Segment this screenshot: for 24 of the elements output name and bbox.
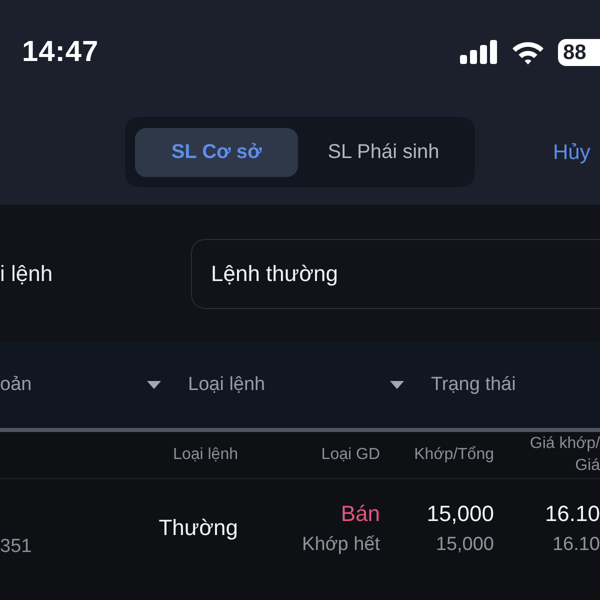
filter-dropdown[interactable]: oản — [0, 365, 161, 405]
matched-price: 16.10 — [544, 500, 600, 528]
column-header: Loại lệnh — [173, 445, 238, 465]
field-label: i lệnh — [0, 260, 53, 286]
cancel-button[interactable]: Hủy — [553, 128, 590, 177]
order-type-field[interactable]: Lệnh thường — [191, 238, 600, 308]
column-header: Khớp/Tổng — [414, 445, 494, 465]
status-time: 14:47 — [22, 36, 99, 68]
battery-indicator: 88 — [558, 38, 600, 66]
order-price: 16.10 — [552, 533, 600, 557]
filter-dropdown[interactable]: Trạng thái — [431, 365, 600, 405]
wifi-icon — [511, 40, 545, 64]
column-header: Giá khớp/ Giá — [530, 434, 600, 476]
filter-dropdown[interactable]: Loại lệnh — [188, 365, 404, 405]
status-cell-text: Khớp hết — [302, 533, 380, 557]
account-number: 351 — [0, 535, 32, 559]
side-cell-text: Bán — [340, 500, 380, 528]
tab[interactable]: SL Cơ sở — [135, 128, 298, 177]
tab[interactable]: SL Phái sinh — [302, 128, 465, 177]
signal-icon — [460, 40, 497, 64]
total-quantity: 15,000 — [436, 533, 494, 557]
matched-quantity: 15,000 — [426, 500, 494, 528]
column-header: Loại GD — [321, 445, 380, 465]
order-type-cell-text: Thường — [158, 514, 238, 542]
